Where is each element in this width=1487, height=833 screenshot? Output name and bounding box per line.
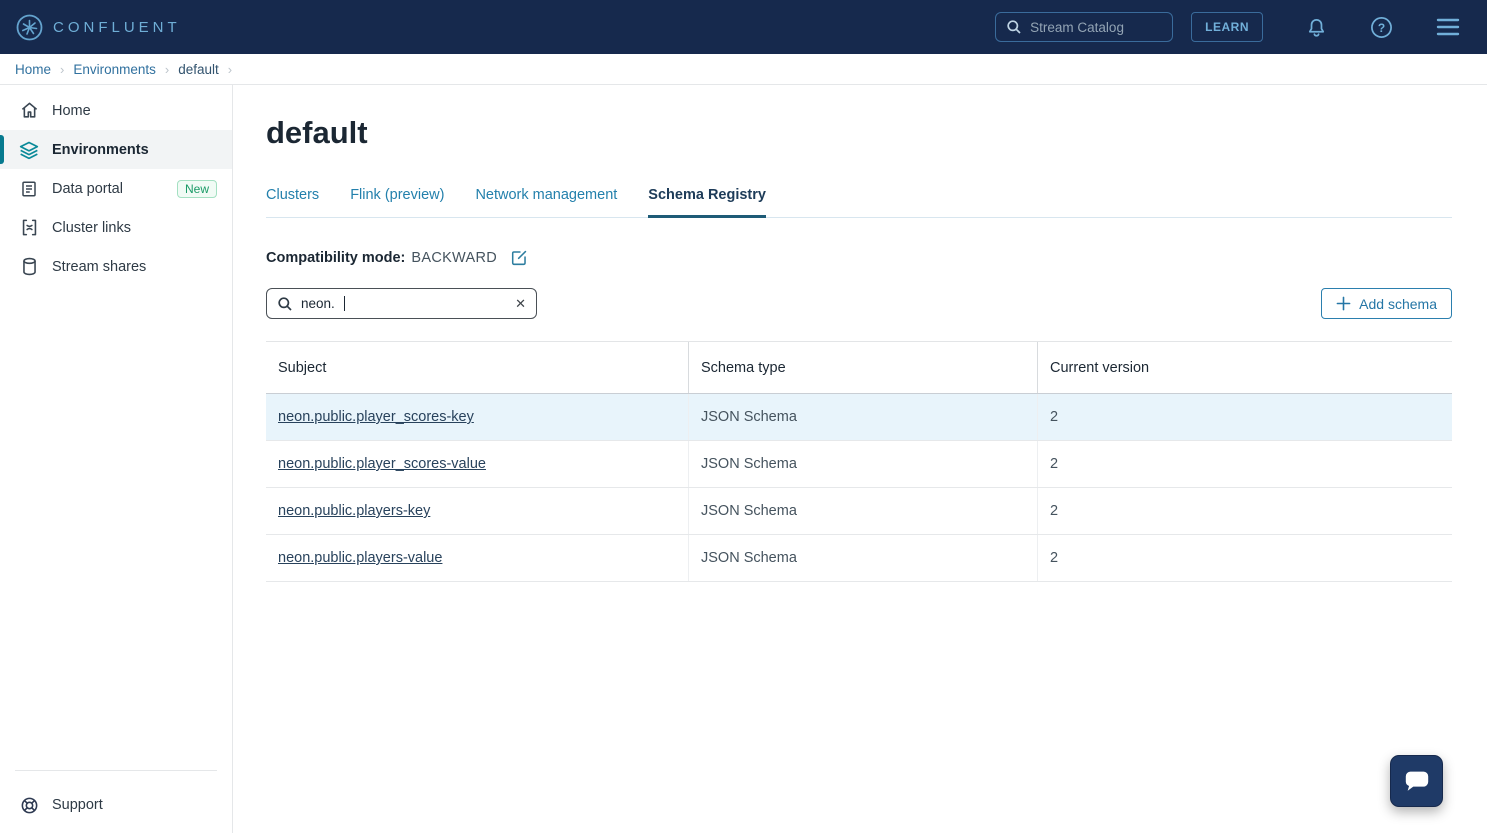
table-header: Subject Schema type Current version xyxy=(266,341,1452,394)
column-header-schema-type: Schema type xyxy=(689,342,1038,393)
life-ring-icon xyxy=(19,796,39,815)
sidebar-item-home[interactable]: Home xyxy=(0,91,232,130)
compatibility-mode-row: Compatibility mode: BACKWARD xyxy=(266,249,1452,266)
help-icon[interactable]: ? xyxy=(1370,16,1393,39)
table-row[interactable]: neon.public.player_scores-key JSON Schem… xyxy=(266,394,1452,441)
sidebar-divider xyxy=(15,770,217,771)
sidebar-item-label: Cluster links xyxy=(52,220,131,236)
breadcrumb-default[interactable]: default xyxy=(178,62,219,77)
breadcrumb: Home › Environments › default › xyxy=(0,54,1487,85)
clear-icon[interactable]: ✕ xyxy=(515,297,526,310)
layers-icon xyxy=(19,140,39,160)
sidebar-item-environments[interactable]: Environments xyxy=(0,130,232,169)
sidebar-item-support[interactable]: Support xyxy=(0,785,232,825)
sidebar-item-label: Stream shares xyxy=(52,259,146,275)
document-icon xyxy=(19,180,39,198)
add-schema-button[interactable]: Add schema xyxy=(1321,288,1452,319)
schema-search-input[interactable]: neon. ✕ xyxy=(266,288,537,319)
chevron-right-icon: › xyxy=(228,62,232,77)
chevron-right-icon: › xyxy=(165,62,169,77)
tab-bar: Clusters Flink (preview) Network managem… xyxy=(266,187,1452,218)
compatibility-mode-label: Compatibility mode: xyxy=(266,250,405,266)
tab-network-management[interactable]: Network management xyxy=(475,187,617,217)
search-icon xyxy=(277,296,293,312)
subject-link[interactable]: neon.public.player_scores-value xyxy=(278,456,486,472)
home-icon xyxy=(19,101,39,120)
tab-schema-registry[interactable]: Schema Registry xyxy=(648,187,766,217)
chat-bubble-icon xyxy=(1402,767,1432,795)
chevron-right-icon: › xyxy=(60,62,64,77)
sidebar-item-stream-shares[interactable]: Stream shares xyxy=(0,247,232,286)
learn-button[interactable]: LEARN xyxy=(1191,12,1263,42)
compatibility-mode-value: BACKWARD xyxy=(411,250,497,266)
version-cell: 2 xyxy=(1038,488,1452,534)
sidebar-item-cluster-links[interactable]: Cluster links xyxy=(0,208,232,247)
stream-catalog-search[interactable] xyxy=(995,12,1173,42)
main-content: default Clusters Flink (preview) Network… xyxy=(233,85,1487,833)
subject-link[interactable]: neon.public.players-value xyxy=(278,550,442,566)
svg-text:?: ? xyxy=(1378,20,1385,34)
cluster-links-icon xyxy=(19,218,39,237)
new-badge: New xyxy=(177,180,217,198)
top-navigation-bar: CONFLUENT LEARN ? xyxy=(0,0,1487,54)
schema-type-cell: JSON Schema xyxy=(689,535,1038,581)
sidebar-item-label: Data portal xyxy=(52,181,123,197)
breadcrumb-environments[interactable]: Environments xyxy=(73,62,156,77)
table-row[interactable]: neon.public.player_scores-value JSON Sch… xyxy=(266,441,1452,488)
version-cell: 2 xyxy=(1038,394,1452,440)
page-title: default xyxy=(266,115,1452,151)
search-query-text: neon. xyxy=(301,296,335,311)
tab-flink-preview[interactable]: Flink (preview) xyxy=(350,187,444,217)
breadcrumb-home[interactable]: Home xyxy=(15,62,51,77)
sidebar-item-label: Environments xyxy=(52,142,149,158)
schema-type-cell: JSON Schema xyxy=(689,488,1038,534)
text-cursor xyxy=(344,296,345,311)
schema-type-cell: JSON Schema xyxy=(689,394,1038,440)
schemas-table: Subject Schema type Current version neon… xyxy=(266,341,1452,582)
subject-link[interactable]: neon.public.player_scores-key xyxy=(278,409,474,425)
confluent-logo-icon xyxy=(16,14,43,41)
sidebar-item-label: Home xyxy=(52,103,91,119)
hamburger-icon[interactable] xyxy=(1435,17,1461,37)
stream-catalog-input[interactable] xyxy=(1030,20,1150,35)
column-header-subject: Subject xyxy=(266,342,689,393)
subject-link[interactable]: neon.public.players-key xyxy=(278,503,430,519)
brand-name: CONFLUENT xyxy=(53,19,181,36)
schema-type-cell: JSON Schema xyxy=(689,441,1038,487)
database-icon xyxy=(19,257,39,276)
confluent-logo[interactable]: CONFLUENT xyxy=(16,14,181,41)
table-row[interactable]: neon.public.players-value JSON Schema 2 xyxy=(266,535,1452,582)
search-icon xyxy=(1006,19,1022,35)
add-schema-label: Add schema xyxy=(1359,296,1437,312)
column-header-current-version: Current version xyxy=(1038,342,1452,393)
sidebar: Home Environments Data portal New xyxy=(0,85,233,833)
table-row[interactable]: neon.public.players-key JSON Schema 2 xyxy=(266,488,1452,535)
tab-clusters[interactable]: Clusters xyxy=(266,187,319,217)
version-cell: 2 xyxy=(1038,535,1452,581)
sidebar-item-data-portal[interactable]: Data portal New xyxy=(0,169,232,208)
support-label: Support xyxy=(52,797,103,813)
version-cell: 2 xyxy=(1038,441,1452,487)
edit-icon[interactable] xyxy=(511,249,528,266)
bell-icon[interactable] xyxy=(1305,16,1328,39)
plus-icon xyxy=(1336,296,1351,311)
chat-button[interactable] xyxy=(1390,755,1443,807)
active-indicator xyxy=(0,135,4,164)
